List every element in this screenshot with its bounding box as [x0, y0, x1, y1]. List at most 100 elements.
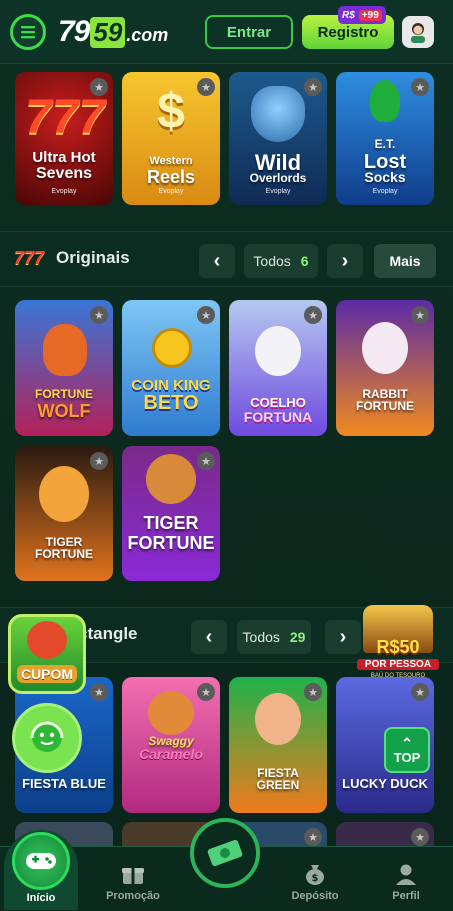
- game-card-fortune-wolf[interactable]: ★ FORTUNE WOLF: [15, 300, 113, 436]
- favorite-icon[interactable]: ★: [90, 452, 108, 470]
- chat-support-icon: [30, 721, 64, 752]
- top-label: TOP: [393, 749, 421, 765]
- game-card-fiesta-green[interactable]: ★ FIESTA GREEN: [229, 677, 327, 813]
- menu-icon: [21, 25, 35, 38]
- nav-promocao[interactable]: Promoção: [98, 862, 168, 902]
- money-bag-icon: $: [306, 865, 324, 885]
- login-button[interactable]: Entrar: [205, 15, 293, 49]
- logo-main: 79: [58, 14, 90, 48]
- nav-promocao-label: Promoção: [106, 890, 160, 902]
- cupom-floating-button[interactable]: CUPOM: [8, 614, 86, 694]
- game-provider: Evoplay: [265, 188, 291, 195]
- coin-character: [152, 328, 192, 368]
- prev-button[interactable]: ‹: [199, 244, 235, 278]
- app-screen: 79 59 .com Entrar Registro R$ +99 777 ★ …: [0, 0, 453, 911]
- game-title-2: Caramelo: [139, 746, 203, 762]
- treasure-promo-button[interactable]: R$50 POR PESSOA BAÚ DO TESOURO: [355, 603, 441, 685]
- nav-home-label[interactable]: Início: [4, 892, 78, 904]
- todos-button[interactable]: Todos 29: [237, 620, 311, 654]
- sevens-icon: 777: [14, 248, 45, 268]
- favorite-icon[interactable]: ★: [197, 683, 215, 701]
- register-bonus-badge: R$ +99: [338, 6, 386, 24]
- badge-count: +99: [358, 9, 382, 21]
- todos-button[interactable]: Todos 6: [244, 244, 318, 278]
- favorite-icon[interactable]: ★: [197, 78, 215, 96]
- favorite-icon[interactable]: ★: [304, 683, 322, 701]
- user-icon: [396, 864, 416, 885]
- game-title-2: Sevens: [35, 165, 93, 182]
- promo-caption: BAÚ DO TESOURO: [370, 673, 426, 679]
- favorite-icon[interactable]: ★: [411, 78, 429, 96]
- game-card-coelho-fortuna[interactable]: ★ COELHO FORTUNA: [229, 300, 327, 436]
- todos-count: 29: [289, 629, 306, 645]
- favorite-icon[interactable]: ★: [197, 452, 215, 470]
- mascot-icon: [27, 621, 67, 659]
- favorite-icon[interactable]: ★: [90, 306, 108, 324]
- promo-value: R$50: [376, 637, 420, 657]
- nav-deposito-label: Depósito: [291, 890, 339, 902]
- sevens-art: 777: [25, 91, 106, 144]
- favorite-icon[interactable]: ★: [411, 306, 429, 324]
- site-logo[interactable]: 79 59 .com: [46, 15, 168, 49]
- girl-character: [255, 693, 301, 745]
- cupom-label: CUPOM: [16, 665, 78, 683]
- game-card-et-lost-socks[interactable]: ★ E.T. Lost Socks Evoplay: [336, 72, 434, 205]
- more-button[interactable]: Mais: [374, 244, 436, 278]
- prev-button[interactable]: ‹: [191, 620, 227, 654]
- section-originais-header: 777 Originais ‹ Todos 6 › Mais: [0, 231, 453, 287]
- game-title-2: Reels: [146, 167, 196, 187]
- game-title: Western: [149, 155, 193, 167]
- favorite-icon[interactable]: ★: [90, 683, 108, 701]
- game-card-tiger-fortune-1[interactable]: ★ TIGER FORTUNE: [15, 446, 113, 581]
- logo-suffix: .com: [126, 24, 169, 45]
- favorite-icon[interactable]: ★: [411, 828, 429, 846]
- support-chat-button[interactable]: [12, 703, 82, 773]
- next-button[interactable]: ›: [327, 244, 363, 278]
- favorite-icon[interactable]: ★: [304, 78, 322, 96]
- tiger-character: [39, 466, 89, 522]
- tiger-character: [146, 454, 196, 504]
- game-card-western-reels[interactable]: $ ★ Western Reels Evoplay: [122, 72, 220, 205]
- game-title-2: FORTUNE: [35, 547, 93, 561]
- game-title-3: Socks: [364, 169, 406, 185]
- todos-label: Todos: [242, 629, 280, 645]
- money-icon: [207, 839, 243, 867]
- gift-icon: [122, 868, 144, 884]
- logo-accent: 59: [90, 16, 126, 48]
- menu-button[interactable]: [10, 13, 46, 50]
- game-title: FIESTA BLUE: [22, 776, 106, 791]
- todos-label: Todos: [253, 253, 291, 269]
- game-provider: Evoplay: [51, 188, 77, 195]
- game-title: COELHO: [250, 395, 306, 410]
- game-provider: Evoplay: [372, 188, 398, 195]
- game-title-2: BETO: [143, 392, 199, 414]
- nav-perfil[interactable]: Perfil: [371, 862, 441, 902]
- arrow-up-icon: ⌃: [401, 734, 413, 751]
- game-title-2: GREEN: [256, 778, 300, 792]
- game-card-wild-overlords[interactable]: ★ Wild Overlords Evoplay: [229, 72, 327, 205]
- alien-art: [370, 80, 400, 122]
- nav-cash-button[interactable]: [190, 818, 260, 888]
- favorite-icon[interactable]: ★: [411, 683, 429, 701]
- section-title: ctangle: [78, 624, 138, 643]
- nav-deposito[interactable]: $ Depósito: [280, 862, 350, 902]
- svg-text:$: $: [312, 873, 319, 884]
- game-card-rabbit-fortune[interactable]: ★ RABBIT FORTUNE: [336, 300, 434, 436]
- badge-currency: R$: [342, 9, 355, 21]
- game-title-2: Overlords: [249, 171, 307, 185]
- promo-subtitle: POR PESSOA: [357, 659, 439, 670]
- game-card-coin-king-beto[interactable]: ★ COIN KING BETO: [122, 300, 220, 436]
- game-title: FORTUNE: [35, 387, 93, 401]
- game-card-ultra-hot-sevens[interactable]: 777 ★ Ultra Hot Sevens Evoplay: [15, 72, 113, 205]
- scroll-top-button[interactable]: ⌃ TOP: [384, 727, 430, 773]
- favorite-icon[interactable]: ★: [304, 828, 322, 846]
- favorite-icon[interactable]: ★: [304, 306, 322, 324]
- game-card-tiger-fortune-2[interactable]: ★ TIGER FORTUNE: [122, 446, 220, 581]
- support-avatar-button[interactable]: [402, 16, 434, 48]
- favorite-icon[interactable]: ★: [197, 306, 215, 324]
- nav-home-button[interactable]: [12, 832, 70, 890]
- favorite-icon[interactable]: ★: [90, 78, 108, 96]
- game-title: COIN KING: [131, 377, 211, 394]
- game-card-swaggy-caramelo[interactable]: ★ Swaggy Caramelo: [122, 677, 220, 813]
- game-title: TIGER: [143, 513, 199, 533]
